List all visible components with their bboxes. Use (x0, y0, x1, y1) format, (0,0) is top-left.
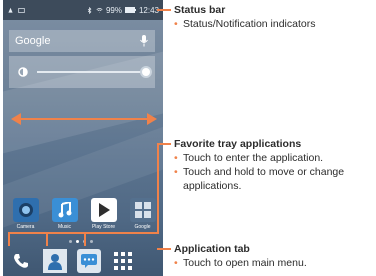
message-icon (81, 254, 97, 268)
camera-icon (12, 198, 39, 222)
annotation-title: Application tab (174, 243, 250, 255)
page-indicator (69, 240, 93, 243)
annotation-bullet: Touch and hold to move or change applica… (174, 165, 370, 193)
callout-line-tray (157, 143, 159, 233)
annotation-bullet: Touch to open main menu. (174, 256, 307, 270)
message-icon (18, 7, 25, 13)
annotation-favorite-tray: Favorite tray applications Touch to ente… (174, 137, 370, 193)
annotation-bullet: Status/Notification indicators (174, 17, 315, 31)
callout-line-tray (46, 232, 48, 246)
tray-app-google[interactable]: Google (126, 198, 159, 232)
brightness-icon (18, 67, 28, 77)
tray-app-music[interactable]: Music (48, 198, 81, 232)
brightness-track[interactable] (37, 71, 145, 73)
dock (3, 246, 163, 276)
callout-line-tray (8, 232, 10, 246)
tray-app-label: Google (134, 224, 151, 230)
bluetooth-icon (87, 6, 92, 14)
annotation-bullet: Touch to enter the application. (174, 151, 370, 165)
tray-app-label: Camera (16, 224, 35, 230)
phone-icon (14, 254, 28, 268)
battery-icon (124, 7, 136, 13)
wifi-icon (96, 7, 103, 13)
favorite-tray: Camera Music Play Store Google (9, 198, 159, 232)
status-bar[interactable]: 99% 12:43 (3, 0, 163, 20)
swipe-arrows-icon (11, 113, 157, 125)
callout-line-tray (84, 232, 86, 246)
battery-percent: 99% (105, 5, 122, 15)
callout-line-tray (157, 143, 171, 145)
phone-app[interactable] (9, 249, 33, 273)
phone-screen: 99% 12:43 Google Camera Music Play Store… (3, 0, 163, 276)
annotation-title: Favorite tray applications (174, 138, 302, 150)
messaging-app[interactable] (77, 249, 101, 273)
search-label: Google (15, 35, 51, 47)
music-icon (51, 198, 78, 222)
tray-app-play-store[interactable]: Play Store (87, 198, 120, 232)
brightness-widget[interactable] (9, 56, 155, 88)
tray-app-label: Music (57, 224, 72, 230)
page-dot (76, 240, 79, 243)
google-search-bar[interactable]: Google (9, 30, 155, 52)
annotation-status-bar: Status bar Status/Notification indicator… (174, 3, 315, 31)
tray-app-camera[interactable]: Camera (9, 198, 42, 232)
notification-icon (8, 7, 13, 13)
tray-app-label: Play Store (91, 224, 116, 230)
contact-icon (48, 254, 62, 270)
annotation-title: Status bar (174, 4, 226, 16)
page-dot (90, 240, 93, 243)
annotation-application-tab: Application tab Touch to open main menu. (174, 242, 307, 270)
app-grid-icon (114, 252, 132, 270)
application-tab[interactable] (111, 249, 135, 273)
callout-line-status (157, 9, 171, 11)
page-dot (69, 240, 72, 243)
mic-icon[interactable] (139, 35, 149, 47)
play-store-icon (90, 198, 117, 222)
google-folder-icon (129, 198, 156, 222)
contacts-app[interactable] (43, 249, 67, 273)
brightness-slider-knob[interactable] (140, 66, 152, 78)
clock: 12:43 (138, 5, 159, 15)
callout-line-tab (157, 248, 171, 250)
